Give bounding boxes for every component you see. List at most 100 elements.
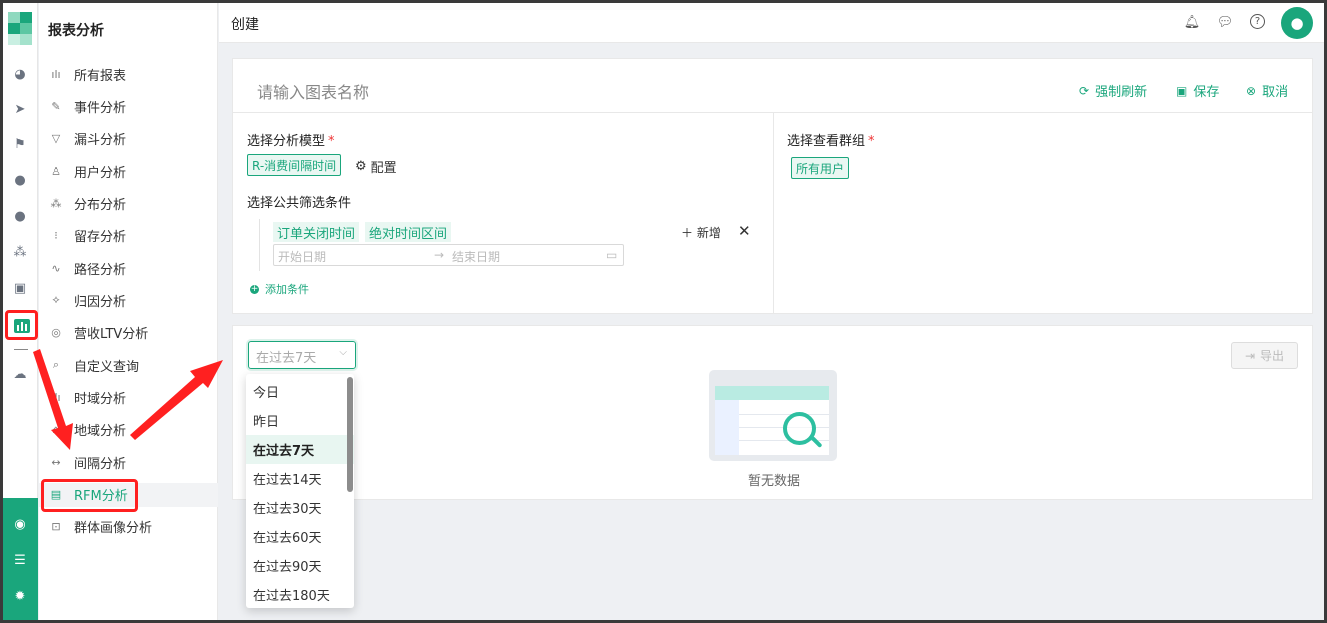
chevron-down-icon: ⌵	[339, 347, 347, 358]
menu-item[interactable]: ∿ 路径分析	[39, 256, 218, 280]
add-filter-button[interactable]: ＋ 新增	[681, 224, 721, 241]
add-condition-button[interactable]: + 添加条件	[250, 281, 309, 297]
calendar-icon: ▭	[606, 248, 618, 262]
dropdown-option[interactable]: 在过去7天	[246, 435, 354, 464]
dropdown-option[interactable]: 在过去180天	[246, 580, 354, 608]
menu-item[interactable]: ⌂ 地域分析	[39, 418, 218, 442]
export-button[interactable]: ⇥ 导出	[1231, 342, 1298, 369]
group-label: 选择查看群组 *	[787, 134, 875, 149]
app-window: ◕ ➤ ⚑ ● ● ⁂ ▣ ☁ ◉ ☰ ✹ 报表分析 ılı 所有报表 ✎ 事件分析 ▽…	[3, 3, 1324, 620]
distribution-icon: ⁂	[50, 196, 62, 210]
settings-gear-icon[interactable]: ✹	[11, 587, 29, 605]
menu-item[interactable]: ⟡ 归因分析	[39, 288, 218, 312]
dropdown-option[interactable]: 在过去90天	[246, 551, 354, 580]
menu-item-label: 留存分析	[74, 230, 127, 246]
message-icon[interactable]: 💬︎	[1217, 14, 1234, 30]
close-icon[interactable]: ✕	[738, 222, 751, 240]
user-icon: ♙	[51, 164, 61, 178]
menu-item[interactable]: ✎ 事件分析	[39, 94, 218, 118]
menu-item-label: 漏斗分析	[74, 133, 127, 149]
menu-item[interactable]: ◎ 营收LTV分析	[39, 321, 218, 345]
menu-item-label: 间隔分析	[74, 456, 127, 472]
refresh-icon: ⟳	[1079, 83, 1090, 98]
date-range-picker[interactable]: 开始日期 → 结束日期 ▭	[273, 244, 624, 266]
filter-connector-line	[259, 219, 260, 271]
dropdown-option[interactable]: 在过去30天	[246, 493, 354, 522]
gear-icon: ⚙	[355, 159, 367, 174]
result-card: 在过去7天 ⌵ ⇥ 导出 暂无数据	[232, 325, 1313, 500]
menu-item[interactable]: ↔ 间隔分析	[39, 450, 218, 474]
plus-icon: ＋	[681, 226, 697, 240]
menu-item[interactable]: ılı 所有报表	[39, 62, 218, 86]
top-header: 创建 🔔︎ 💬︎ ? ●	[219, 3, 1324, 43]
network-icon[interactable]: ◉	[11, 515, 29, 533]
menu-item[interactable]: ⁝ 留存分析	[39, 224, 218, 248]
user-icon[interactable]: ●	[11, 171, 29, 189]
server-icon[interactable]: ☰	[11, 551, 29, 569]
plus-circle-icon: +	[250, 284, 259, 294]
dropdown-option[interactable]: 在过去14天	[246, 464, 354, 493]
end-date-input[interactable]: 结束日期	[452, 248, 500, 265]
help-icon[interactable]: ?	[1250, 14, 1265, 29]
filter-label: 选择公共筛选条件	[247, 196, 352, 211]
cancel-button[interactable]: ⊗ 取消	[1246, 81, 1288, 101]
menu-item[interactable]: ▽ 漏斗分析	[39, 127, 218, 151]
avatar[interactable]: ●	[1281, 7, 1313, 39]
config-button[interactable]: ⚙ 配置	[355, 157, 397, 176]
cancel-icon: ⊗	[1246, 83, 1257, 98]
menu-item[interactable]: ılı 时域分析	[39, 386, 218, 410]
time-icon: ılı	[51, 391, 61, 404]
users-icon[interactable]: ●	[11, 207, 29, 225]
wechat-icon[interactable]: ☁	[11, 365, 29, 383]
menu-item-label: 路径分析	[74, 262, 127, 278]
save-button[interactable]: ▣ 保存	[1176, 81, 1219, 101]
menu-item-label: 归因分析	[74, 294, 127, 310]
filter-mode-tag[interactable]: 绝对时间区间	[365, 222, 452, 242]
dropdown-option[interactable]: 今日	[246, 377, 354, 406]
report-analysis-icon[interactable]	[5, 310, 38, 340]
menu-title: 报表分析	[48, 23, 104, 39]
flag-icon[interactable]: ⚑	[11, 135, 29, 153]
dropdown-option[interactable]: 在过去60天	[246, 522, 354, 551]
save-icon: ▣	[1176, 83, 1188, 98]
menu-item-label: 自定义查询	[74, 359, 140, 375]
region-icon: ⌂	[52, 423, 60, 437]
group-tag[interactable]: 所有用户	[791, 157, 850, 179]
menu-item[interactable]: ⊡ 群体画像分析	[39, 515, 218, 539]
force-refresh-button[interactable]: ⟳ 强制刷新	[1079, 81, 1147, 101]
interval-icon: ↔	[51, 455, 61, 469]
menu-item-label: 事件分析	[74, 100, 127, 116]
menu-item-label: 营收LTV分析	[74, 327, 149, 343]
start-date-input[interactable]: 开始日期	[278, 248, 326, 265]
menu-item[interactable]: ⁂ 分布分析	[39, 191, 218, 215]
empty-state-text: 暂无数据	[748, 474, 801, 489]
filter-field-tag[interactable]: 订单关闭时间	[273, 222, 360, 242]
path-icon: ∿	[51, 261, 61, 275]
bell-icon[interactable]: 🔔︎	[1184, 14, 1201, 30]
rail-bottom-group: ◉ ☰ ✹	[3, 498, 38, 620]
attribution-icon: ⟡	[52, 293, 60, 307]
page-title: 创建	[231, 17, 259, 33]
menu-item-label: 用户分析	[74, 165, 127, 181]
dots-icon: ⁝	[54, 229, 58, 243]
model-tag[interactable]: R-消费间隔时间	[247, 154, 342, 176]
rail-divider	[14, 349, 28, 350]
dashboard-icon[interactable]: ◕	[11, 65, 29, 83]
cluster-icon[interactable]: ⁂	[11, 243, 29, 261]
menu-item[interactable]: ♙ 用户分析	[39, 159, 218, 183]
menu-item-label: 群体画像分析	[74, 521, 153, 537]
dropdown-option[interactable]: 昨日	[246, 406, 354, 435]
time-range-select[interactable]: 在过去7天 ⌵	[248, 341, 356, 369]
profile-card-icon[interactable]: ▣	[11, 279, 29, 297]
report-menu: 报表分析 ılı 所有报表 ✎ 事件分析 ▽ 漏斗分析 ♙ 用户分析 ⁂ 分布分析 ⁝ 留存分析 ∿ 路径…	[39, 3, 218, 620]
menu-item-label: 地域分析	[74, 424, 127, 440]
export-icon: ⇥	[1244, 348, 1256, 363]
chart-name-input[interactable]: 请输入图表名称	[257, 79, 369, 103]
menu-item[interactable]: ⌕ 自定义查询	[39, 353, 218, 377]
send-icon[interactable]: ➤	[11, 100, 29, 118]
revenue-icon: ◎	[51, 326, 61, 340]
time-range-dropdown: 今日 昨日 在过去7天 在过去14天 在过去30天 在过去60天 在过去90天 在过去180天	[246, 374, 354, 608]
edit-icon: ✎	[51, 99, 61, 113]
query-icon: ⌕	[52, 358, 60, 372]
dropdown-scrollbar[interactable]	[347, 377, 353, 492]
